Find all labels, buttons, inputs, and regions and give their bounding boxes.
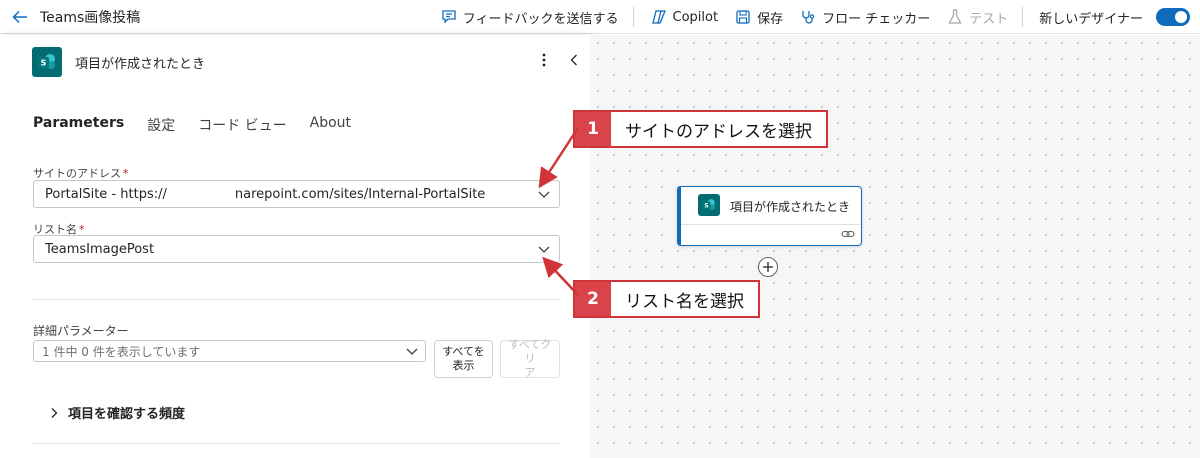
- collapse-panel-icon[interactable]: [567, 50, 581, 70]
- advanced-params-label: 詳細パラメーター: [33, 324, 129, 338]
- list-name-dropdown[interactable]: TeamsImagePost: [33, 235, 560, 263]
- copilot-label: Copilot: [672, 9, 719, 25]
- callout-1: 1 サイトのアドレスを選択: [573, 110, 828, 148]
- chevron-down-icon: [538, 191, 550, 198]
- polling-frequency-expander[interactable]: 項目を確認する頻度: [48, 403, 185, 422]
- tab-code-view[interactable]: コード ビュー: [198, 115, 286, 141]
- sharepoint-logo-icon: S: [698, 194, 720, 216]
- flow-title: Teams画像投稿: [40, 9, 141, 26]
- flow-checker-button[interactable]: フロー チェッカー: [799, 8, 930, 27]
- new-designer-switch[interactable]: 新しいデザイナー: [1039, 8, 1190, 27]
- new-designer-label: 新しいデザイナー: [1039, 11, 1143, 27]
- show-all-label-2: 表示: [452, 359, 475, 372]
- add-step-button[interactable]: [758, 257, 778, 277]
- trigger-node[interactable]: S 項目が作成されたとき: [677, 186, 862, 246]
- flow-canvas[interactable]: [590, 35, 1200, 458]
- save-icon: [734, 8, 752, 26]
- sharepoint-logo-icon: S: [32, 47, 62, 77]
- section-divider: [33, 443, 560, 444]
- action-config-panel: S 項目が作成されたとき Parameters 設定 コード ビュー About…: [0, 35, 590, 458]
- toolbar-divider: [1022, 7, 1024, 27]
- node-divider: [681, 224, 861, 225]
- trigger-node-title: 項目が作成されたとき: [730, 200, 851, 214]
- chevron-right-icon: [51, 407, 58, 418]
- toolbar-divider: [632, 7, 634, 27]
- toolbar: フィードバックを送信する Copilot 保存 フロー チェッカー テスト 新し…: [424, 0, 1190, 34]
- tab-settings[interactable]: 設定: [147, 115, 175, 141]
- feedback-label: フィードバックを送信する: [462, 11, 619, 27]
- save-label: 保存: [757, 11, 784, 27]
- chevron-down-icon: [538, 246, 550, 253]
- callout-text: サイトのアドレスを選択: [625, 121, 812, 142]
- chevron-down-icon: [406, 348, 418, 355]
- panel-tabs: Parameters 設定 コード ビュー About: [33, 115, 374, 141]
- advanced-params-placeholder: 1 件中 0 件を表示しています: [42, 344, 201, 359]
- feedback-button[interactable]: フィードバックを送信する: [440, 8, 619, 27]
- section-divider: [33, 299, 560, 300]
- copilot-button[interactable]: Copilot: [650, 8, 719, 26]
- sharepoint-letter: S: [704, 204, 708, 210]
- show-all-button[interactable]: すべてを 表示: [434, 340, 493, 378]
- link-icon: [841, 230, 855, 238]
- site-address-value-suffix: narepoint.com/sites/Internal-PortalSite: [234, 186, 486, 202]
- site-address-label-text: サイトのアドレス: [33, 167, 121, 180]
- feedback-icon: [440, 8, 458, 26]
- flask-icon: [946, 8, 964, 26]
- plus-icon: [763, 262, 773, 272]
- top-bar: Teams画像投稿 フィードバックを送信する Copilot 保存 フロー チェ: [0, 0, 1200, 34]
- back-arrow-icon[interactable]: [0, 0, 40, 34]
- polling-frequency-label: 項目を確認する頻度: [68, 407, 186, 422]
- new-designer-toggle[interactable]: [1156, 8, 1190, 26]
- panel-header: S 項目が作成されたとき: [32, 47, 205, 77]
- clear-all-label-1: すべてクリ: [508, 338, 552, 365]
- advanced-params-dropdown[interactable]: 1 件中 0 件を表示しています: [33, 340, 426, 362]
- show-all-label-1: すべてを: [442, 345, 485, 358]
- required-marker: *: [123, 167, 129, 180]
- copilot-icon: [650, 8, 668, 26]
- test-label: テスト: [969, 11, 1009, 27]
- stethoscope-icon: [799, 8, 817, 26]
- test-button[interactable]: テスト: [946, 8, 1008, 27]
- callout-text: リスト名を選択: [625, 291, 744, 312]
- clear-all-label-2: ア: [524, 366, 536, 379]
- sharepoint-letter: S: [41, 59, 47, 68]
- tab-about[interactable]: About: [310, 115, 351, 141]
- list-name-value: TeamsImagePost: [45, 241, 155, 257]
- callout-number: 1: [575, 112, 611, 146]
- site-address-dropdown[interactable]: PortalSite - https:// narepoint.com/sites…: [33, 180, 560, 208]
- tab-parameters[interactable]: Parameters: [33, 115, 124, 141]
- redacted-area: [166, 184, 235, 204]
- flow-checker-label: フロー チェッカー: [822, 11, 931, 27]
- more-options-icon[interactable]: [537, 50, 551, 70]
- callout-number: 2: [575, 282, 611, 316]
- clear-all-button[interactable]: すべてクリア: [500, 338, 560, 379]
- save-button[interactable]: 保存: [734, 8, 783, 27]
- site-address-label: サイトのアドレス *: [33, 165, 129, 181]
- site-address-value-prefix: PortalSite - https://: [45, 186, 167, 202]
- panel-title: 項目が作成されたとき: [75, 56, 206, 72]
- callout-2: 2 リスト名を選択: [573, 280, 760, 318]
